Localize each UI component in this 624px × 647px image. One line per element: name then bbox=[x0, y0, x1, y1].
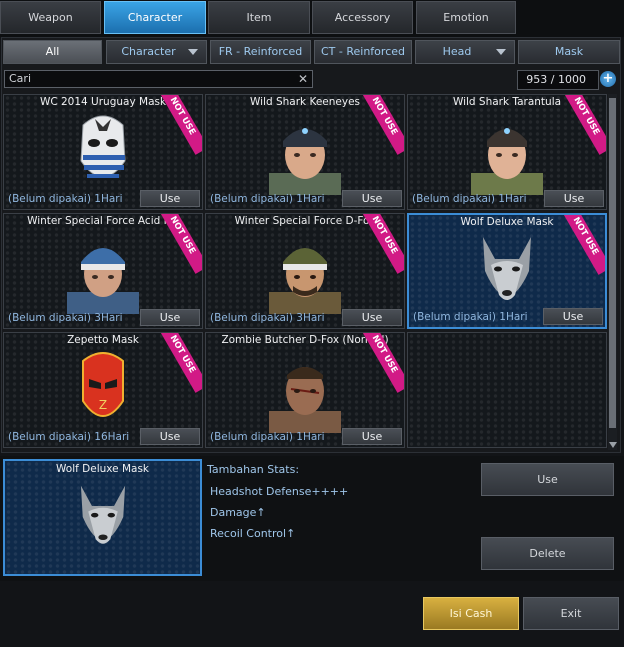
inventory-count: 953 / 1000 bbox=[517, 70, 599, 90]
stat-line: Damage↑ bbox=[210, 506, 266, 519]
filter-head-label: Head bbox=[442, 45, 472, 58]
filter-character-label: Character bbox=[121, 45, 176, 58]
tab-character[interactable]: Character bbox=[104, 1, 206, 34]
use-selected-button[interactable]: Use bbox=[481, 463, 614, 496]
item-status: (Belum dipakai) 3Hari bbox=[8, 312, 123, 324]
item-grid: WC 2014 Uruguay Mask NOT USE (Belum dipa… bbox=[3, 94, 607, 450]
category-tab-bar: Weapon Character Item Accessory Emotion bbox=[0, 0, 624, 37]
filter-all-button[interactable]: All bbox=[3, 40, 102, 64]
wolf-mask-image bbox=[469, 231, 545, 314]
item-card[interactable]: Winter Special Force Acid Pol NOT USE (B… bbox=[3, 213, 203, 329]
tab-emotion[interactable]: Emotion bbox=[416, 1, 516, 34]
filter-mask-button[interactable]: Mask bbox=[518, 40, 620, 64]
item-card-selected[interactable]: Wolf Deluxe Mask NOT USE (Belum dipakai)… bbox=[407, 213, 607, 329]
item-card[interactable]: Zepetto Mask Z NOT USE (Belum dipakai) 1… bbox=[3, 332, 203, 448]
svg-text:Z: Z bbox=[99, 398, 107, 412]
item-card[interactable]: Zombie Butcher D-Fox (Normal) NOT USE (B… bbox=[205, 332, 405, 448]
character-portrait-image bbox=[263, 349, 347, 436]
item-status: (Belum dipakai) 1Hari bbox=[413, 311, 528, 323]
stat-line: Recoil Control↑ bbox=[210, 527, 296, 540]
item-status: (Belum dipakai) 1Hari bbox=[210, 193, 325, 205]
use-button[interactable]: Use bbox=[342, 428, 402, 445]
selected-item-name: Wolf Deluxe Mask bbox=[56, 463, 149, 475]
item-status: (Belum dipakai) 3Hari bbox=[210, 312, 325, 324]
filter-character-dropdown[interactable]: Character bbox=[106, 40, 207, 64]
character-portrait-image bbox=[465, 111, 549, 198]
item-status: (Belum dipakai) 1Hari bbox=[412, 193, 527, 205]
exit-button[interactable]: Exit bbox=[523, 597, 619, 630]
scrollbar-thumb[interactable] bbox=[609, 98, 616, 428]
use-button[interactable]: Use bbox=[543, 308, 603, 325]
item-status: (Belum dipakai) 16Hari bbox=[8, 431, 130, 443]
scroll-down-icon[interactable] bbox=[609, 442, 617, 448]
item-card[interactable]: Wild Shark Tarantula NOT USE (Belum dipa… bbox=[407, 94, 607, 210]
use-button[interactable]: Use bbox=[140, 428, 200, 445]
filter-head-dropdown[interactable]: Head bbox=[415, 40, 515, 64]
item-card[interactable]: Wild Shark Keeneyes NOT USE (Belum dipak… bbox=[205, 94, 405, 210]
expand-inventory-icon[interactable]: + bbox=[600, 71, 616, 87]
search-input[interactable]: Cari ✕ bbox=[4, 70, 313, 88]
use-button[interactable]: Use bbox=[342, 190, 402, 207]
item-card[interactable]: WC 2014 Uruguay Mask NOT USE (Belum dipa… bbox=[3, 94, 203, 210]
use-button[interactable]: Use bbox=[140, 190, 200, 207]
character-portrait-image bbox=[263, 111, 347, 198]
isi-cash-button[interactable]: Isi Cash bbox=[423, 597, 519, 630]
character-portrait-image bbox=[61, 230, 145, 317]
stat-line: Headshot Defense++++ bbox=[210, 485, 349, 498]
selected-item-preview: Wolf Deluxe Mask bbox=[3, 459, 202, 576]
search-input-value: Cari bbox=[9, 72, 31, 85]
chevron-down-icon bbox=[188, 49, 198, 55]
use-button[interactable]: Use bbox=[544, 190, 604, 207]
chevron-down-icon bbox=[496, 49, 506, 55]
item-status: (Belum dipakai) 1Hari bbox=[8, 193, 123, 205]
grid-scrollbar[interactable] bbox=[608, 94, 617, 450]
uruguay-mask-image bbox=[73, 111, 133, 192]
tab-weapon[interactable]: Weapon bbox=[0, 1, 101, 34]
zepetto-mask-image: Z bbox=[73, 349, 133, 432]
tab-item[interactable]: Item bbox=[208, 1, 310, 34]
filter-fr-reinforced-button[interactable]: FR - Reinforced bbox=[210, 40, 311, 64]
use-button[interactable]: Use bbox=[140, 309, 200, 326]
item-status: (Belum dipakai) 1Hari bbox=[210, 431, 325, 443]
clear-search-icon[interactable]: ✕ bbox=[298, 71, 308, 87]
tab-accessory[interactable]: Accessory bbox=[312, 1, 413, 34]
delete-button[interactable]: Delete bbox=[481, 537, 614, 570]
stats-title: Tambahan Stats: bbox=[207, 463, 300, 476]
use-button[interactable]: Use bbox=[342, 309, 402, 326]
character-portrait-image bbox=[263, 230, 347, 317]
filter-ct-reinforced-button[interactable]: CT - Reinforced bbox=[314, 40, 412, 64]
wolf-mask-image bbox=[68, 479, 138, 558]
empty-slot bbox=[407, 332, 607, 448]
item-card[interactable]: Winter Special Force D-Fox NOT USE (Belu… bbox=[205, 213, 405, 329]
